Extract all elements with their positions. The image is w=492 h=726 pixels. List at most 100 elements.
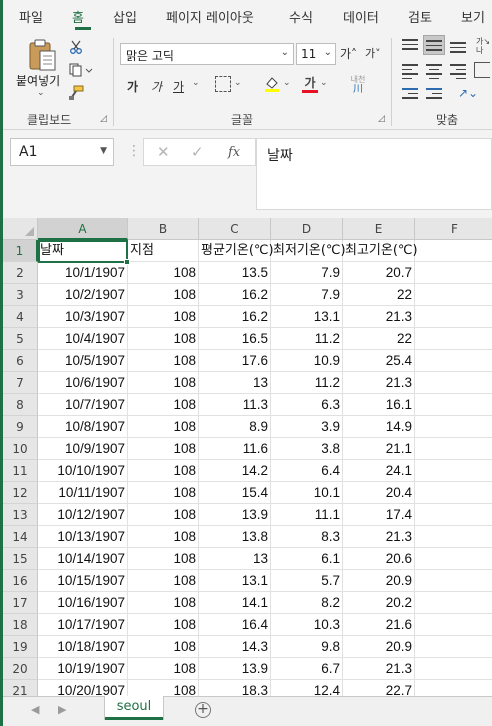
table-cell[interactable]: 21.1 bbox=[343, 438, 415, 460]
row-header[interactable]: 21 bbox=[3, 680, 38, 696]
table-cell[interactable]: 10/18/1907 bbox=[38, 636, 128, 658]
bold-button[interactable]: 가 bbox=[127, 78, 138, 95]
table-cell[interactable]: 14.1 bbox=[199, 592, 271, 614]
table-cell[interactable]: 8.9 bbox=[199, 416, 271, 438]
table-cell[interactable]: 7.9 bbox=[271, 262, 343, 284]
table-cell[interactable]: 8.2 bbox=[271, 592, 343, 614]
table-cell[interactable]: 13.5 bbox=[199, 262, 271, 284]
table-cell[interactable] bbox=[415, 416, 492, 438]
row-header[interactable]: 6 bbox=[3, 350, 38, 372]
increase-indent-icon[interactable] bbox=[426, 88, 442, 102]
table-cell[interactable]: 13 bbox=[199, 372, 271, 394]
row-header[interactable]: 7 bbox=[3, 372, 38, 394]
table-cell[interactable]: 21.3 bbox=[343, 306, 415, 328]
table-cell[interactable]: 22 bbox=[343, 284, 415, 306]
header-cell[interactable]: 최고기온(℃) bbox=[343, 240, 418, 262]
table-cell[interactable]: 108 bbox=[128, 350, 199, 372]
table-cell[interactable]: 108 bbox=[128, 438, 199, 460]
align-bottom-icon[interactable] bbox=[450, 42, 466, 56]
table-cell[interactable]: 14.3 bbox=[199, 636, 271, 658]
table-cell[interactable]: 108 bbox=[128, 460, 199, 482]
table-cell[interactable]: 108 bbox=[128, 592, 199, 614]
chevron-down-icon[interactable]: ⌄ bbox=[192, 78, 200, 88]
align-left-icon[interactable] bbox=[402, 64, 418, 79]
tab-formulas[interactable]: 수식 bbox=[289, 7, 313, 26]
header-cell[interactable]: 최저기온(℃) bbox=[271, 240, 346, 262]
table-cell[interactable]: 17.4 bbox=[343, 504, 415, 526]
table-cell[interactable] bbox=[415, 548, 492, 570]
table-cell[interactable]: 16.4 bbox=[199, 614, 271, 636]
table-cell[interactable]: 22.7 bbox=[343, 680, 415, 696]
table-cell[interactable]: 11.6 bbox=[199, 438, 271, 460]
paste-button[interactable]: 붙여넣기 bbox=[16, 72, 60, 89]
table-cell[interactable]: 25.4 bbox=[343, 350, 415, 372]
table-cell[interactable]: 12.4 bbox=[271, 680, 343, 696]
shrink-font-button[interactable]: 가˅ bbox=[365, 45, 381, 61]
underline-button[interactable]: 가 bbox=[173, 78, 184, 95]
table-cell[interactable] bbox=[415, 372, 492, 394]
table-cell[interactable] bbox=[415, 658, 492, 680]
table-cell[interactable]: 10.1 bbox=[271, 482, 343, 504]
table-cell[interactable]: 17.6 bbox=[199, 350, 271, 372]
column-header-c[interactable]: C bbox=[199, 218, 271, 240]
table-cell[interactable]: 11.2 bbox=[271, 372, 343, 394]
table-cell[interactable]: 10/2/1907 bbox=[38, 284, 128, 306]
chevron-down-icon[interactable]: ⌄ bbox=[283, 78, 291, 88]
table-cell[interactable]: 10/11/1907 bbox=[38, 482, 128, 504]
row-header[interactable]: 15 bbox=[3, 548, 38, 570]
table-cell[interactable]: 10.3 bbox=[271, 614, 343, 636]
cut-icon[interactable] bbox=[67, 38, 85, 56]
italic-button[interactable]: 가 bbox=[151, 78, 162, 95]
enter-icon[interactable]: ✓ bbox=[191, 143, 204, 161]
table-cell[interactable] bbox=[415, 350, 492, 372]
table-cell[interactable]: 11.3 bbox=[199, 394, 271, 416]
orientation-icon[interactable]: ↗⌄ bbox=[458, 86, 478, 100]
table-cell[interactable]: 13.8 bbox=[199, 526, 271, 548]
font-size-select[interactable]: 11 ⌄ bbox=[296, 43, 336, 65]
header-cell[interactable]: 날짜 bbox=[38, 240, 128, 262]
table-cell[interactable]: 10/8/1907 bbox=[38, 416, 128, 438]
column-header-b[interactable]: B bbox=[128, 218, 199, 240]
align-center-icon[interactable] bbox=[426, 64, 442, 79]
table-cell[interactable]: 6.4 bbox=[271, 460, 343, 482]
copy-icon[interactable] bbox=[67, 61, 95, 79]
align-right-icon[interactable] bbox=[450, 64, 466, 79]
table-cell[interactable]: 3.8 bbox=[271, 438, 343, 460]
table-cell[interactable]: 10/14/1907 bbox=[38, 548, 128, 570]
table-cell[interactable]: 21.6 bbox=[343, 614, 415, 636]
table-cell[interactable] bbox=[415, 394, 492, 416]
wrap-text-icon[interactable] bbox=[474, 62, 490, 78]
table-cell[interactable]: 16.2 bbox=[199, 306, 271, 328]
row-header[interactable]: 11 bbox=[3, 460, 38, 482]
table-cell[interactable]: 6.7 bbox=[271, 658, 343, 680]
row-header[interactable]: 14 bbox=[3, 526, 38, 548]
table-cell[interactable]: 16.1 bbox=[343, 394, 415, 416]
table-cell[interactable]: 16.2 bbox=[199, 284, 271, 306]
row-header[interactable]: 8 bbox=[3, 394, 38, 416]
header-cell[interactable] bbox=[415, 240, 492, 262]
table-cell[interactable]: 108 bbox=[128, 372, 199, 394]
border-icon[interactable] bbox=[215, 76, 231, 92]
table-cell[interactable]: 15.4 bbox=[199, 482, 271, 504]
table-cell[interactable]: 10/5/1907 bbox=[38, 350, 128, 372]
table-cell[interactable]: 16.5 bbox=[199, 328, 271, 350]
table-cell[interactable]: 10/20/1907 bbox=[38, 680, 128, 696]
format-painter-icon[interactable] bbox=[67, 84, 85, 102]
row-header[interactable]: 19 bbox=[3, 636, 38, 658]
table-cell[interactable]: 5.7 bbox=[271, 570, 343, 592]
chevron-down-icon[interactable]: ⌄ bbox=[37, 88, 45, 98]
table-cell[interactable]: 108 bbox=[128, 394, 199, 416]
table-cell[interactable]: 108 bbox=[128, 416, 199, 438]
table-cell[interactable]: 13.9 bbox=[199, 504, 271, 526]
table-cell[interactable]: 24.1 bbox=[343, 460, 415, 482]
table-cell[interactable] bbox=[415, 614, 492, 636]
table-cell[interactable]: 10/7/1907 bbox=[38, 394, 128, 416]
table-cell[interactable] bbox=[415, 680, 492, 696]
table-cell[interactable]: 21.3 bbox=[343, 526, 415, 548]
column-header-a[interactable]: A bbox=[38, 218, 128, 240]
table-cell[interactable]: 108 bbox=[128, 614, 199, 636]
table-cell[interactable]: 108 bbox=[128, 526, 199, 548]
row-header[interactable]: 13 bbox=[3, 504, 38, 526]
tab-page-layout[interactable]: 페이지 레이아웃 bbox=[166, 7, 254, 26]
row-header[interactable]: 2 bbox=[3, 262, 38, 284]
